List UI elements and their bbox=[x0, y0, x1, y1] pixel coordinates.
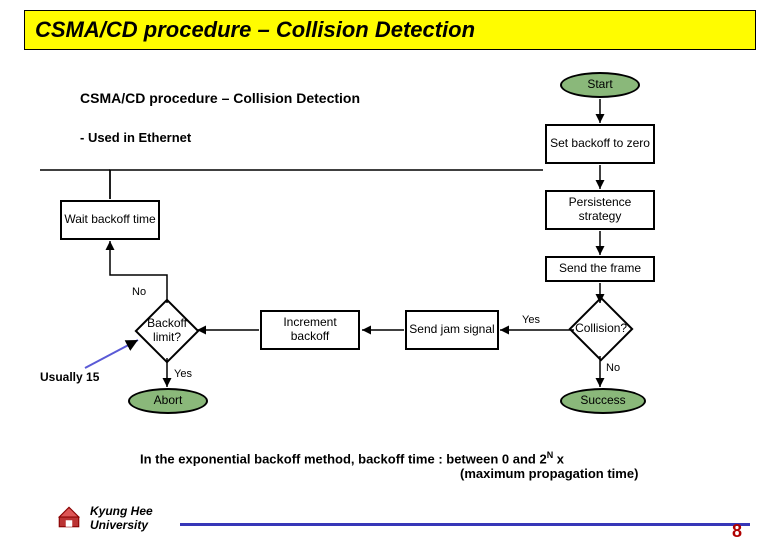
caption: In the exponential backoff method, backo… bbox=[140, 450, 638, 481]
node-success: Success bbox=[560, 388, 646, 414]
node-increment-backoff: Increment backoff bbox=[260, 310, 360, 350]
annotation-usually-15: Usually 15 bbox=[40, 370, 99, 384]
edge-label-limit-no: No bbox=[132, 286, 146, 298]
caption-text-1b: x bbox=[553, 451, 564, 466]
node-start: Start bbox=[560, 72, 640, 98]
edge-label-collision-yes: Yes bbox=[522, 314, 540, 326]
university-name: Kyung HeeUniversity bbox=[90, 504, 153, 532]
node-abort: Abort bbox=[128, 388, 208, 414]
node-set-backoff-zero: Set backoff to zero bbox=[545, 124, 655, 164]
edge-label-collision-no: No bbox=[606, 362, 620, 374]
slide-subtitle: CSMA/CD procedure – Collision Detection bbox=[80, 90, 360, 106]
node-persistence-strategy: Persistence strategy bbox=[545, 190, 655, 230]
node-send-jam: Send jam signal bbox=[405, 310, 499, 350]
node-collision-label: Collision? bbox=[575, 322, 627, 336]
university-logo-icon bbox=[56, 504, 82, 530]
node-wait-backoff: Wait backoff time bbox=[60, 200, 160, 240]
edge-label-limit-yes: Yes bbox=[174, 368, 192, 380]
node-backoff-limit-decision: Backoff limit? bbox=[134, 298, 199, 363]
node-send-frame: Send the frame bbox=[545, 256, 655, 282]
slide-title: CSMA/CD procedure – Collision Detection bbox=[24, 10, 756, 50]
caption-text-2: (maximum propagation time) bbox=[460, 466, 638, 481]
caption-text-1: In the exponential backoff method, backo… bbox=[140, 451, 547, 466]
node-collision-decision: Collision? bbox=[568, 296, 633, 361]
footer-rule bbox=[180, 523, 750, 526]
node-backoff-limit-label: Backoff limit? bbox=[147, 317, 187, 345]
note-used-in-ethernet: - Used in Ethernet bbox=[80, 130, 191, 145]
page-number: 8 bbox=[732, 521, 742, 542]
